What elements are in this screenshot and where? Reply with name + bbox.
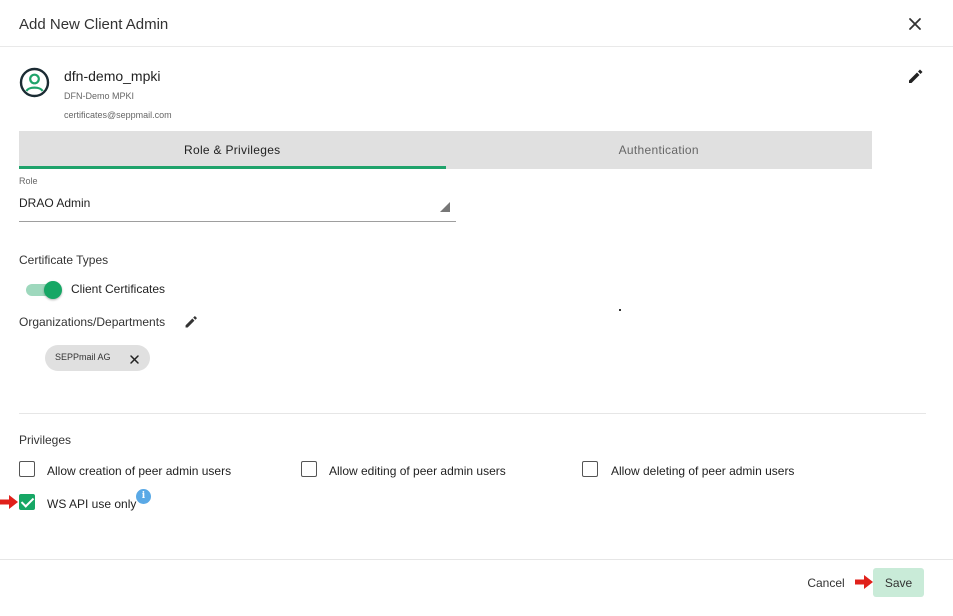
dropdown-arrow-icon — [440, 202, 450, 212]
allow-creation-checkbox[interactable] — [19, 461, 35, 477]
edit-user-button[interactable] — [906, 66, 926, 86]
tab-authentication[interactable]: Authentication — [446, 131, 873, 169]
close-icon — [909, 18, 921, 30]
red-arrow-annotation — [0, 495, 18, 509]
allow-creation-label: Allow creation of peer admin users — [47, 464, 232, 478]
tab-bar: Role & Privileges Authentication — [19, 131, 872, 169]
footer-divider — [0, 559, 953, 560]
allow-deleting-label: Allow deleting of peer admin users — [611, 464, 795, 478]
user-organization: DFN-Demo MPKI — [64, 91, 135, 101]
role-label: Role — [19, 176, 38, 186]
dialog-header: Add New Client Admin — [0, 0, 953, 47]
user-name: dfn-demo_mpki — [64, 68, 161, 84]
role-value: DRAO Admin — [19, 196, 91, 210]
role-select[interactable]: DRAO Admin — [19, 192, 456, 222]
client-certificates-label: Client Certificates — [71, 282, 166, 296]
tab-role-privileges[interactable]: Role & Privileges — [19, 131, 446, 169]
toggle-thumb — [44, 281, 62, 299]
ws-api-only-label: WS API use only — [47, 497, 137, 511]
allow-editing-label: Allow editing of peer admin users — [329, 464, 506, 478]
close-button[interactable] — [905, 14, 925, 34]
organization-chip: SEPPmail AG — [45, 345, 150, 371]
organizations-label: Organizations/Departments — [19, 315, 166, 329]
save-button[interactable]: Save — [873, 568, 924, 597]
pencil-icon — [185, 315, 198, 328]
client-certificates-toggle[interactable] — [26, 281, 62, 299]
privileges-label: Privileges — [19, 433, 72, 447]
pencil-icon — [909, 69, 923, 83]
chip-remove-icon — [130, 355, 139, 364]
allow-editing-checkbox[interactable] — [301, 461, 317, 477]
chip-label: SEPPmail AG — [55, 352, 111, 362]
chip-remove-button[interactable] — [129, 352, 140, 364]
red-arrow-annotation — [855, 575, 873, 589]
edit-organizations-button[interactable] — [183, 313, 200, 330]
certificate-types-label: Certificate Types — [19, 253, 109, 267]
ws-api-only-checkbox[interactable] — [19, 494, 35, 510]
allow-deleting-checkbox[interactable] — [582, 461, 598, 477]
stray-dot — [619, 309, 621, 311]
dialog-title: Add New Client Admin — [19, 16, 169, 33]
cancel-button[interactable]: Cancel — [800, 569, 852, 597]
section-divider — [19, 413, 926, 414]
add-client-admin-dialog: Add New Client Admin dfn-demo_mpki DFN-D… — [0, 0, 953, 616]
info-icon[interactable]: i — [136, 489, 151, 504]
user-email: certificates@seppmail.com — [64, 110, 172, 120]
account-circle-icon — [19, 67, 50, 98]
